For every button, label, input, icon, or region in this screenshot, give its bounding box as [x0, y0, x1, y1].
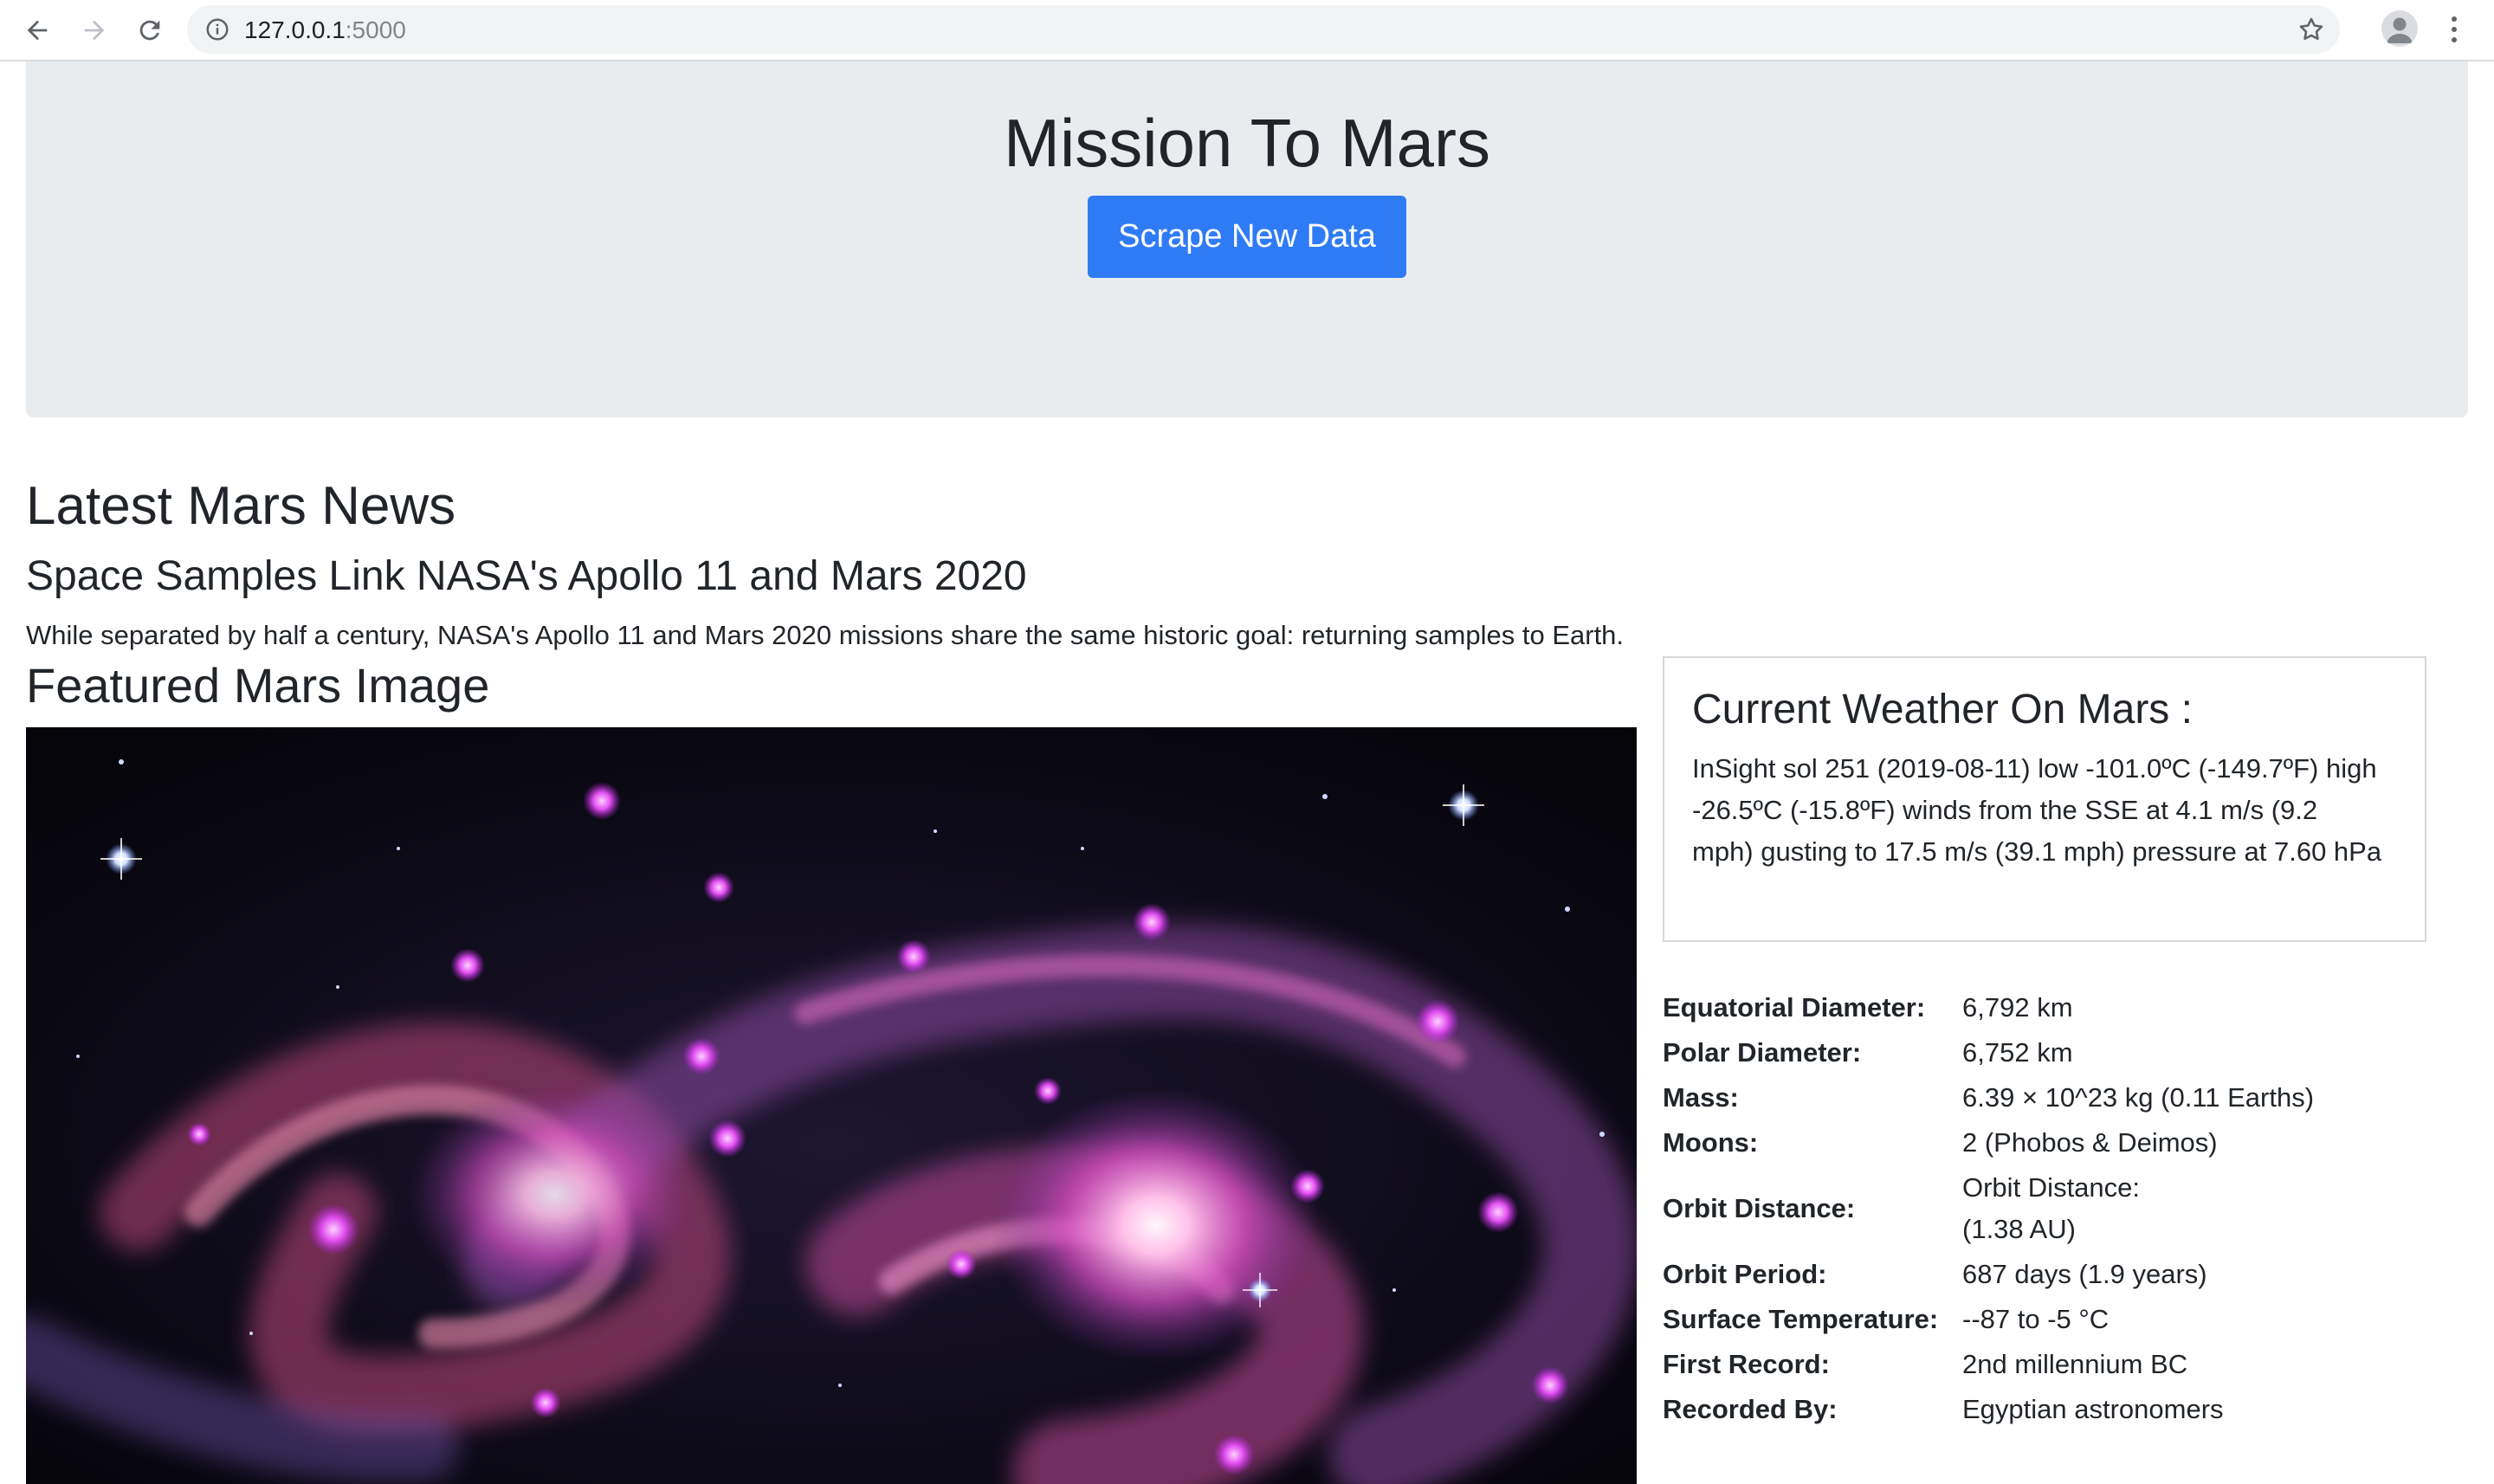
- table-row: Moons: 2 (Phobos & Deimos): [1663, 1120, 2442, 1165]
- featured-image: [26, 727, 1637, 1484]
- more-menu-icon[interactable]: [2444, 12, 2465, 47]
- address-bar[interactable]: 127.0.0.1:5000: [187, 5, 2340, 54]
- table-row: Recorded By: Egyptian astronomers: [1663, 1387, 2442, 1432]
- table-row: Equatorial Diameter: 6,792 km: [1663, 985, 2442, 1030]
- news-section-heading: Latest Mars News: [26, 476, 456, 536]
- table-row: Polar Diameter: 6,752 km: [1663, 1030, 2442, 1075]
- fact-label: Equatorial Diameter:: [1663, 992, 1926, 1023]
- scrape-new-data-button[interactable]: Scrape New Data: [1088, 196, 1406, 278]
- fact-label: Orbit Period:: [1663, 1259, 1827, 1289]
- fact-label: Recorded By:: [1663, 1394, 1838, 1424]
- weather-text: InSight sol 251 (2019-08-11) low -101.0º…: [1692, 753, 2382, 867]
- fact-label: Polar Diameter:: [1663, 1037, 1862, 1068]
- fact-label: Mass:: [1663, 1082, 1739, 1113]
- page-title: Mission To Mars: [1003, 105, 1491, 181]
- table-row: Mass: 6.39 × 10^23 kg (0.11 Earths): [1663, 1075, 2442, 1120]
- fact-label: Moons:: [1663, 1127, 1759, 1158]
- browser-toolbar: 127.0.0.1:5000: [0, 0, 2494, 61]
- table-row: Orbit Period: 687 days (1.9 years): [1663, 1252, 2442, 1297]
- weather-card: Current Weather On Mars : InSight sol 25…: [1663, 656, 2426, 942]
- fact-value: Egyptian astronomers: [1962, 1394, 2224, 1424]
- fact-label: First Record:: [1663, 1349, 1830, 1379]
- table-row: Surface Temperature: --87 to -5 °C: [1663, 1297, 2442, 1342]
- profile-avatar-icon[interactable]: [2381, 10, 2418, 47]
- fact-value: 6,752 km: [1962, 1037, 2073, 1068]
- table-row: Orbit Distance: Orbit Distance: (1.38 AU…: [1663, 1165, 2442, 1252]
- news-paragraph: While separated by half a century, NASA'…: [26, 620, 1625, 650]
- fact-value: Orbit Distance: (1.38 AU): [1962, 1165, 2442, 1252]
- fact-value: --87 to -5 °C: [1962, 1304, 2110, 1334]
- header-jumbotron: Mission To Mars Scrape New Data: [26, 61, 2468, 417]
- reload-icon[interactable]: [132, 12, 168, 48]
- bookmark-star-icon[interactable]: [2297, 15, 2326, 44]
- fact-value: 6.39 × 10^23 kg (0.11 Earths): [1962, 1082, 2315, 1113]
- mars-facts-table: Equatorial Diameter: 6,792 km Polar Diam…: [1663, 985, 2442, 1432]
- back-arrow-icon[interactable]: [19, 12, 55, 48]
- fact-label: Orbit Distance:: [1663, 1193, 1856, 1223]
- fact-value-line: Orbit Distance:: [1962, 1172, 2141, 1203]
- info-icon[interactable]: [204, 16, 230, 42]
- fact-value: 6,792 km: [1962, 992, 2073, 1023]
- url-text: 127.0.0.1:5000: [244, 16, 406, 43]
- forward-arrow-icon[interactable]: [76, 12, 113, 48]
- fact-value: 2nd millennium BC: [1962, 1349, 2188, 1379]
- fact-value: 2 (Phobos & Deimos): [1962, 1127, 2218, 1158]
- news-title: Space Samples Link NASA's Apollo 11 and …: [26, 553, 1027, 599]
- fact-label: Surface Temperature:: [1663, 1304, 1939, 1334]
- fact-value: 687 days (1.9 years): [1962, 1259, 2207, 1289]
- weather-heading: Current Weather On Mars :: [1692, 687, 2193, 732]
- featured-image-heading: Featured Mars Image: [26, 658, 490, 713]
- fact-value-line: (1.38 AU): [1962, 1214, 2076, 1244]
- table-row: First Record: 2nd millennium BC: [1663, 1342, 2442, 1387]
